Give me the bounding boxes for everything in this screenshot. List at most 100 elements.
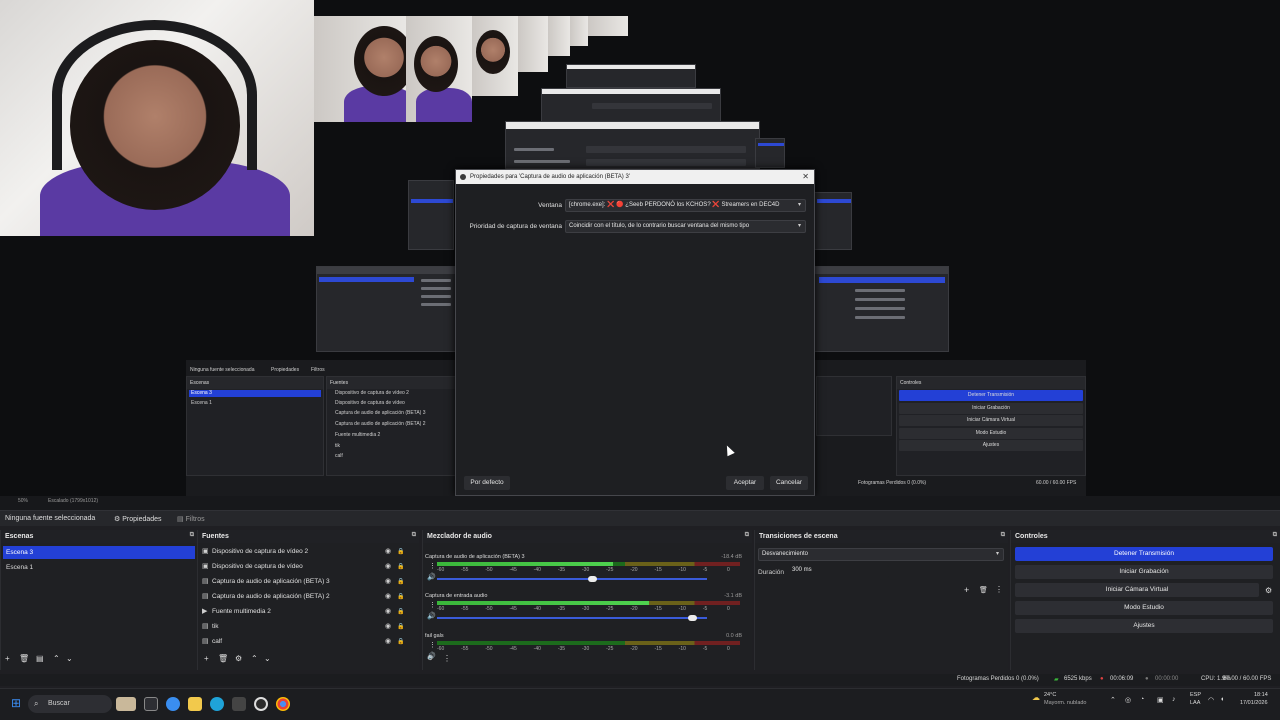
zoom-level[interactable]: 50% [18, 498, 28, 504]
windows-start-icon[interactable]: ⊞ [11, 696, 21, 710]
clock-time[interactable]: 18:14 [1254, 692, 1268, 698]
obs-icon[interactable] [254, 697, 268, 711]
volume-meter [437, 601, 740, 605]
file-explorer-icon[interactable] [188, 697, 202, 711]
defaults-button[interactable]: Por defecto [464, 476, 510, 490]
start-recording-button[interactable]: Iniciar Grabación [1015, 565, 1273, 579]
accept-button[interactable]: Aceptar [726, 476, 764, 490]
lock-icon[interactable]: 🔒 [397, 620, 404, 634]
lock-icon[interactable]: 🔒 [397, 605, 404, 619]
lock-icon[interactable]: 🔒 [397, 575, 404, 589]
arrow-up-icon[interactable]: ⌃ [251, 654, 258, 663]
duration-input[interactable]: 300 ms [789, 565, 889, 578]
mixer-settings-icon[interactable]: ⚙ [427, 654, 433, 662]
arrow-up-icon[interactable]: ⌃ [53, 654, 60, 663]
store-icon[interactable] [232, 697, 246, 711]
meter-tick-label: -45 [509, 567, 517, 573]
mic-icon[interactable]: ♪ [1172, 696, 1176, 703]
eye-icon[interactable]: ◉ [385, 605, 391, 619]
language-code[interactable]: ESP [1190, 692, 1201, 698]
volume-meter [437, 562, 740, 566]
taskbar-search[interactable]: ⌕ Buscar [28, 695, 112, 713]
start-virtual-camera-button[interactable]: Iniciar Cámara Virtual [1015, 583, 1259, 597]
wifi-icon[interactable]: ◠ [1208, 696, 1214, 704]
prioridad-select[interactable]: Coincidir con el título, de lo contrario… [565, 220, 806, 233]
tray-chevron-icon[interactable]: ⌃ [1110, 696, 1116, 704]
ventana-select[interactable]: [chrome.exe]: ❌ 🔴 ¿Seeb PERDONÓ los KCHO… [565, 199, 806, 212]
scale-mode[interactable]: Escalado (1799x1012) [48, 498, 98, 504]
source-item[interactable]: ▣ Dispositivo de captura de vídeo 2 ◉ 🔒 [198, 545, 408, 559]
preview-canvas[interactable]: Ninguna fuente seleccionada Propiedades … [0, 0, 1280, 496]
volume-fader[interactable] [437, 576, 707, 582]
eye-icon[interactable]: ◉ [385, 620, 391, 634]
eye-icon[interactable]: ◉ [385, 590, 391, 604]
kebab-menu-icon[interactable]: ⋮ [429, 562, 436, 570]
task-view-icon[interactable] [144, 697, 158, 711]
filters-button[interactable]: ▤ Filtros [177, 515, 205, 523]
source-item[interactable]: ▣ Dispositivo de captura de vídeo ◉ 🔒 [198, 560, 408, 574]
recursive-obs-controls [814, 266, 949, 352]
cancel-button[interactable]: Cancelar [770, 476, 808, 490]
source-item[interactable]: ▤ tik ◉ 🔒 [198, 620, 408, 634]
kebab-menu-icon[interactable]: ⋮ [429, 601, 436, 609]
kebab-menu-icon[interactable]: ⋮ [995, 585, 1003, 594]
trash-icon[interactable]: 🗑 [979, 586, 988, 594]
eye-icon[interactable]: ◉ [385, 635, 391, 649]
studio-mode-button[interactable]: Modo Estudio [1015, 601, 1273, 615]
source-item[interactable]: ▶ Fuente multimedia 2 ◉ 🔒 [198, 605, 408, 619]
gear-icon[interactable]: ⚙ [1265, 586, 1272, 595]
weather-temp[interactable]: 24°C [1044, 692, 1056, 698]
filter-icon[interactable]: ▤ [36, 654, 44, 663]
trash-icon[interactable]: 🗑 [19, 654, 29, 663]
lock-icon[interactable]: 🔒 [397, 560, 404, 574]
source-item[interactable]: ▤ Captura de audio de aplicación (BETA) 3… [198, 575, 408, 589]
undock-icon[interactable]: ⧉ [190, 532, 194, 539]
fader-knob[interactable] [588, 576, 598, 582]
undock-icon[interactable]: ⧉ [1001, 532, 1005, 539]
stop-streaming-button[interactable]: Detener Transmisión [1015, 547, 1273, 561]
meter-tick-label: -55 [461, 646, 469, 652]
add-icon[interactable]: + [964, 585, 969, 595]
tray-app-icon[interactable]: ◎ [1125, 696, 1131, 704]
undock-icon[interactable]: ⧉ [1273, 532, 1277, 539]
source-item[interactable]: ▤ Captura de audio de aplicación (BETA) 2… [198, 590, 408, 604]
fader-knob[interactable] [688, 615, 698, 621]
trash-icon[interactable]: 🗑 [218, 654, 228, 663]
kebab-menu-icon[interactable]: ⋮ [429, 641, 436, 649]
close-icon[interactable]: ✕ [802, 170, 809, 184]
properties-button[interactable]: ⚙ Propiedades [114, 515, 162, 523]
widgets-icon[interactable] [116, 697, 136, 711]
arrow-down-icon[interactable]: ⌄ [66, 654, 73, 663]
undock-icon[interactable]: ⧉ [745, 532, 749, 539]
copilot-icon[interactable] [166, 697, 180, 711]
tray-app-icon[interactable]: ◔ [1140, 696, 1144, 703]
volume-fader[interactable] [437, 615, 707, 621]
eye-icon[interactable]: ◉ [385, 545, 391, 559]
lock-icon[interactable]: 🔒 [397, 590, 404, 604]
meter-tick-label: -15 [654, 606, 662, 612]
volume-icon[interactable]: ◖ [1220, 696, 1224, 703]
scene-item[interactable]: Escena 3 [3, 546, 195, 559]
edge-icon[interactable] [210, 697, 224, 711]
speaker-icon[interactable]: 🔊 [427, 573, 436, 581]
source-item[interactable]: ▤ calf ◉ 🔒 [198, 635, 408, 649]
eye-icon[interactable]: ◉ [385, 575, 391, 589]
settings-button[interactable]: Ajustes [1015, 619, 1273, 633]
add-icon[interactable]: + [204, 654, 209, 663]
eye-icon[interactable]: ◉ [385, 560, 391, 574]
transition-select[interactable]: Desvanecimiento ▾ [758, 548, 1004, 561]
gear-icon[interactable]: ⚙ [235, 654, 242, 663]
lock-icon[interactable]: 🔒 [397, 545, 404, 559]
speaker-icon[interactable]: 🔊 [427, 612, 436, 620]
mixer-channel-name: Captura de audio de aplicación (BETA) 3 [425, 554, 525, 560]
tray-app-icon[interactable]: ▣ [1157, 696, 1164, 704]
meter-tick-label: -60 [437, 606, 445, 612]
scene-item[interactable]: Escena 1 [3, 561, 195, 574]
kebab-menu-icon[interactable]: ⋮ [443, 654, 451, 663]
chrome-icon[interactable] [276, 697, 290, 711]
rec-time: 00:00:00 [1155, 676, 1179, 682]
add-icon[interactable]: + [5, 654, 10, 663]
undock-icon[interactable]: ⧉ [412, 532, 416, 539]
lock-icon[interactable]: 🔒 [397, 635, 404, 649]
arrow-down-icon[interactable]: ⌄ [264, 654, 271, 663]
